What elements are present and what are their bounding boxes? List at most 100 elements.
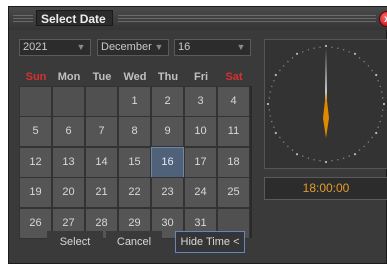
- clock-tick: [302, 51, 304, 53]
- calendar-day[interactable]: 6: [52, 116, 85, 148]
- clock-tick: [381, 115, 383, 117]
- calendar-day[interactable]: 11: [217, 116, 250, 148]
- hour-hand: [323, 92, 329, 138]
- calendar-day[interactable]: 22: [118, 177, 151, 209]
- clock-tick: [313, 159, 315, 161]
- clock-tick: [287, 145, 289, 148]
- clock-tick: [382, 102, 386, 106]
- clock-tick: [291, 149, 294, 151]
- calendar-empty-cell: [19, 86, 52, 117]
- clock-tick: [282, 141, 285, 143]
- clock-tick: [307, 157, 310, 159]
- weekday-label-tue: Tue: [92, 71, 112, 83]
- calendar-day[interactable]: 24: [184, 177, 217, 209]
- cancel-button[interactable]: Cancel: [106, 231, 162, 253]
- title-bar[interactable]: Select Date x: [9, 7, 387, 30]
- clock-tick: [273, 80, 275, 82]
- dropdown-arrow-icon: ▼: [154, 42, 164, 52]
- clock-tick: [271, 120, 273, 123]
- calendar-day[interactable]: 3: [184, 86, 217, 117]
- calendar-day[interactable]: 7: [85, 116, 118, 148]
- clock-tick: [279, 69, 281, 72]
- clock-tick: [271, 85, 273, 88]
- clock-tick: [377, 80, 379, 82]
- calendar-day[interactable]: 10: [184, 116, 217, 148]
- calendar-day[interactable]: 25: [217, 177, 250, 209]
- clock-tick: [307, 49, 310, 51]
- calendar-day[interactable]: 4: [217, 86, 250, 117]
- clock-tick: [371, 136, 373, 139]
- clock-tick: [371, 69, 373, 72]
- clock-tick: [337, 159, 339, 161]
- clock-tick: [382, 109, 384, 111]
- clock-tick: [381, 91, 383, 93]
- clock-tick: [375, 73, 378, 77]
- calendar-day[interactable]: 23: [151, 177, 184, 209]
- close-icon[interactable]: x: [379, 11, 387, 27]
- calendar-day[interactable]: 2: [151, 86, 184, 117]
- clock-tick: [319, 46, 321, 48]
- clock-tick: [353, 153, 357, 156]
- month-select[interactable]: December ▼: [97, 39, 169, 56]
- dropdown-arrow-icon: ▼: [236, 42, 246, 52]
- clock-tick: [295, 52, 299, 55]
- clock-tick: [358, 149, 361, 151]
- calendar-grid: 1 2 3 4 5 6 7 8 9 10 11 12 13 14 15 16 17 18 19 20 21 22 23 24 2…: [19, 86, 252, 239]
- date-picker-dialog: Select Date x 2021 ▼ December ▼ 16 ▼ Sun…: [8, 6, 387, 264]
- calendar-day[interactable]: 17: [184, 146, 217, 178]
- calendar-empty-cell: [52, 86, 85, 117]
- calendar-day[interactable]: 9: [151, 116, 184, 148]
- clock-tick: [377, 126, 379, 128]
- clock-tick: [348, 155, 350, 157]
- title-grip-right: [118, 15, 376, 23]
- day-value: 16: [178, 41, 191, 53]
- clock-tick: [375, 131, 378, 135]
- calendar-day[interactable]: 15: [118, 146, 151, 178]
- calendar-day[interactable]: 18: [217, 146, 250, 178]
- time-display: 18:00:00: [264, 177, 387, 200]
- select-button[interactable]: Select: [47, 231, 103, 253]
- year-select[interactable]: 2021 ▼: [19, 39, 91, 56]
- clock-tick: [367, 65, 370, 67]
- clock-tick: [353, 52, 357, 55]
- clock-tick: [279, 136, 281, 139]
- title-grip-left: [13, 15, 33, 23]
- clock-tick: [287, 60, 289, 63]
- weekday-label-sun: Sun: [25, 71, 47, 83]
- clock-tick: [331, 46, 333, 48]
- calendar-day[interactable]: 8: [118, 116, 151, 148]
- clock-tick: [379, 85, 381, 88]
- clock-tick: [319, 160, 321, 162]
- clock-tick: [331, 160, 333, 162]
- clock-tick: [274, 73, 277, 77]
- clock-tick: [363, 60, 365, 63]
- analog-clock: [264, 39, 387, 169]
- calendar-day[interactable]: 19: [19, 177, 52, 209]
- clock-tick: [313, 47, 315, 49]
- calendar-day[interactable]: 12: [19, 146, 52, 178]
- weekday-label-fri: Fri: [193, 71, 209, 83]
- weekday-label-sat: Sat: [225, 71, 243, 83]
- clock-tick: [269, 91, 271, 93]
- weekday-label-mon: Mon: [57, 71, 81, 83]
- clock-tick: [273, 126, 275, 128]
- calendar-day[interactable]: 20: [52, 177, 85, 209]
- clock-tick: [363, 145, 365, 148]
- clock-tick: [348, 51, 350, 53]
- hide-time-button[interactable]: Hide Time <: [175, 231, 245, 253]
- clock-tick: [358, 57, 361, 59]
- calendar-day[interactable]: 14: [85, 146, 118, 178]
- calendar-day[interactable]: 5: [19, 116, 52, 148]
- calendar-day[interactable]: 1: [118, 86, 151, 117]
- clock-tick: [274, 131, 277, 135]
- clock-tick: [367, 141, 370, 143]
- clock-tick: [382, 97, 384, 99]
- day-select[interactable]: 16 ▼: [174, 39, 251, 56]
- calendar-day-selected[interactable]: 16: [151, 146, 184, 178]
- calendar-day[interactable]: 13: [52, 146, 85, 178]
- weekday-label-wed: Wed: [123, 71, 147, 83]
- calendar-day[interactable]: 21: [85, 177, 118, 209]
- weekday-label-thu: Thu: [157, 71, 179, 83]
- clock-tick: [268, 97, 270, 99]
- year-value: 2021: [23, 41, 48, 53]
